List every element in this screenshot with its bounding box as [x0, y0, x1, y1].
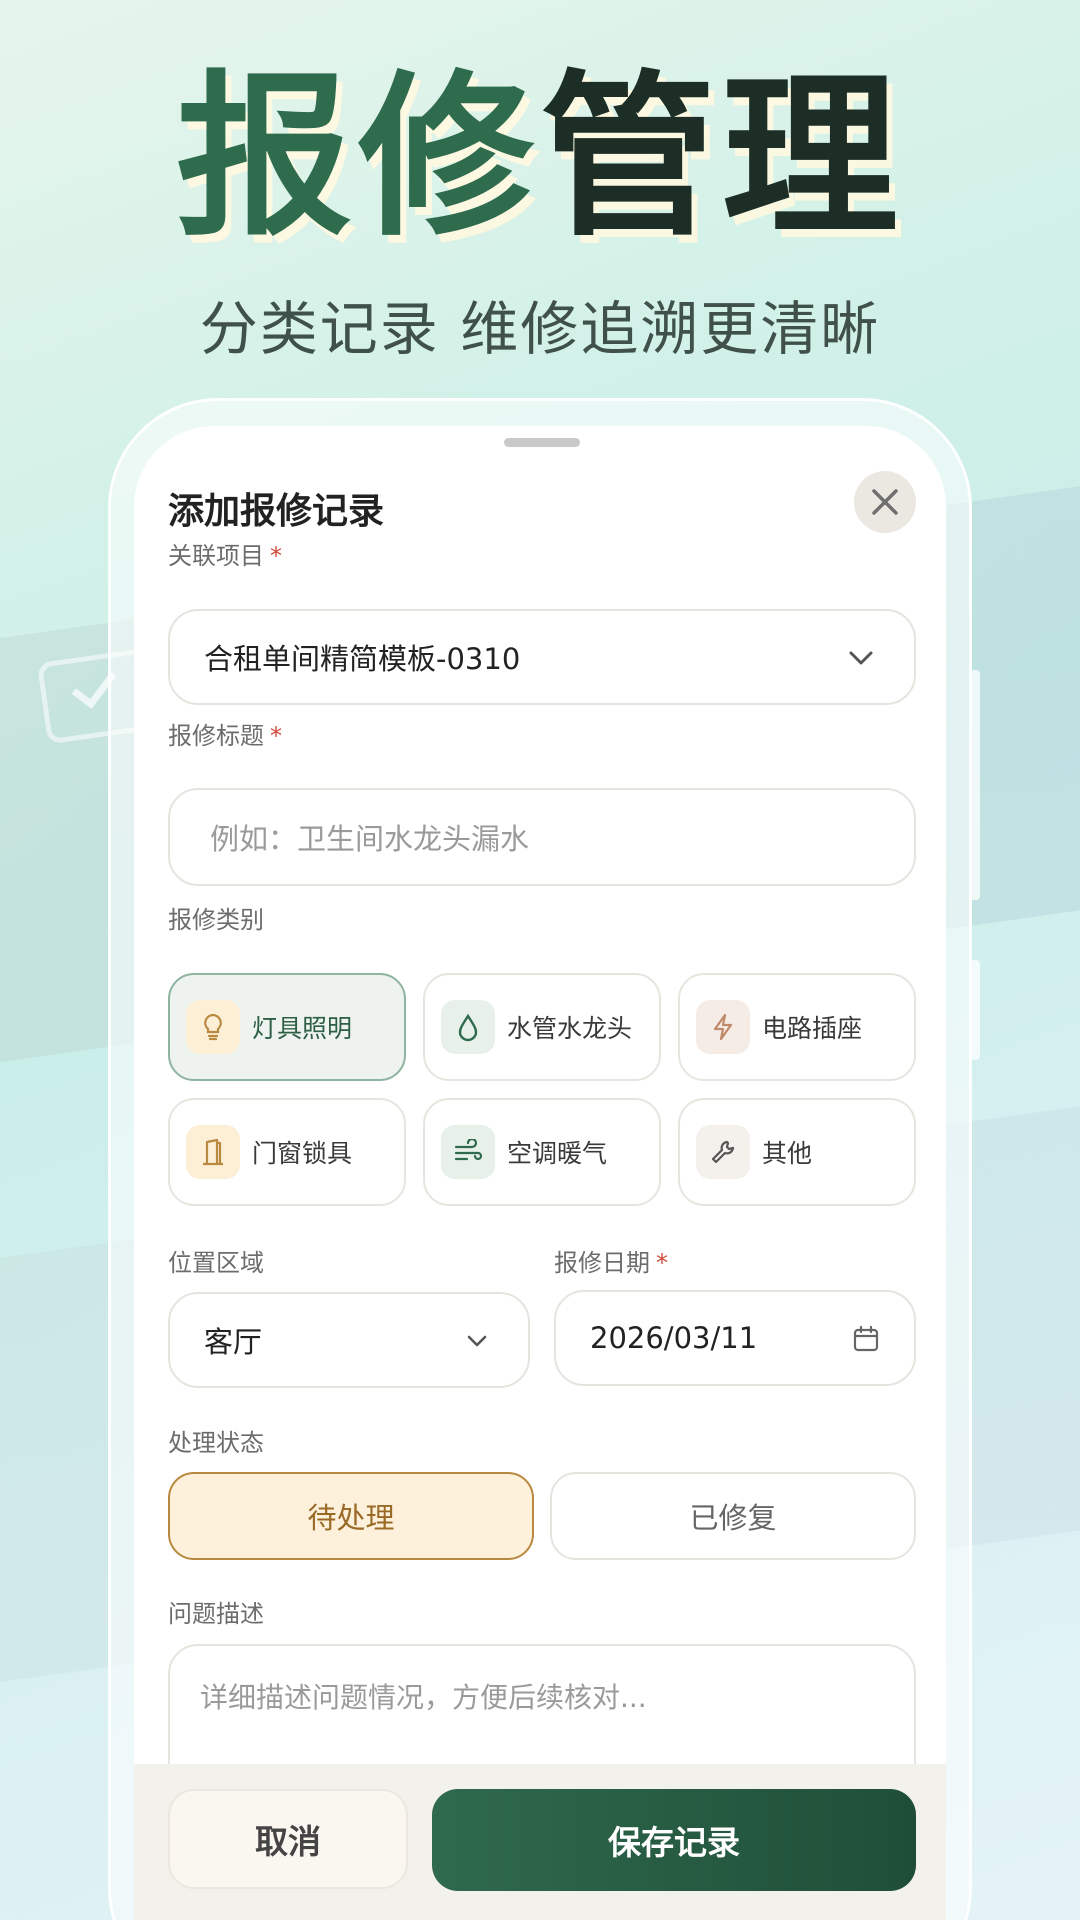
hero-title-part1: 报修	[175, 55, 540, 260]
cancel-button[interactable]: 取消	[168, 1789, 408, 1889]
category-electric[interactable]: 电路插座	[678, 973, 916, 1081]
save-button[interactable]: 保存记录	[432, 1789, 916, 1891]
location-select-value: 客厅	[204, 1325, 263, 1359]
calendar-icon[interactable]	[852, 1325, 880, 1353]
date-label-text: 报修日期	[554, 1249, 650, 1277]
category-label-text: 水管水龙头	[507, 1014, 633, 1043]
door-icon	[186, 1125, 240, 1179]
lightbulb-icon	[186, 1000, 240, 1054]
category-water[interactable]: 水管水龙头	[423, 973, 661, 1081]
hero-subtitle: 分类记录 维修追溯更清晰	[199, 295, 881, 363]
repair-title-placeholder: 例如：卫生间水龙头漏水	[210, 822, 530, 856]
description-placeholder: 详细描述问题情况，方便后续核对...	[200, 1681, 647, 1714]
category-label-text: 灯具照明	[252, 1014, 353, 1043]
close-button[interactable]	[854, 471, 916, 533]
repair-title-label: 报修标题 *	[168, 716, 282, 751]
status-label: 处理状态	[168, 1429, 264, 1457]
status-fixed-button[interactable]: 已修复	[550, 1472, 916, 1560]
project-label-text: 关联项目	[168, 542, 264, 570]
date-label: 报修日期 *	[554, 1243, 668, 1278]
category-other[interactable]: 其他	[678, 1098, 916, 1206]
sheet-grabber[interactable]	[504, 438, 580, 447]
project-label: 关联项目 *	[168, 536, 282, 571]
category-label-text: 门窗锁具	[252, 1139, 353, 1168]
wrench-icon	[696, 1125, 750, 1179]
location-select[interactable]: 客厅	[168, 1292, 530, 1388]
close-icon	[872, 489, 898, 515]
category-label: 报修类别	[168, 906, 264, 934]
category-label-text: 空调暖气	[507, 1139, 608, 1168]
project-select-value: 合租单间精简模板-0310	[204, 642, 521, 676]
hero-title: 报修管理	[0, 70, 1080, 246]
required-mark: *	[270, 722, 282, 750]
hero-title-part2: 管理	[540, 55, 905, 260]
required-mark: *	[270, 542, 282, 570]
sheet-title: 添加报修记录	[168, 491, 385, 532]
required-mark: *	[656, 1249, 668, 1277]
repair-title-input[interactable]: 例如：卫生间水龙头漏水	[168, 788, 916, 886]
project-select[interactable]: 合租单间精简模板-0310	[168, 609, 916, 705]
category-label-text: 电路插座	[762, 1014, 863, 1043]
category-lighting[interactable]: 灯具照明	[168, 973, 406, 1081]
date-input-value: 2026/03/11	[590, 1321, 758, 1355]
category-door[interactable]: 门窗锁具	[168, 1098, 406, 1206]
category-aircon[interactable]: 空调暖气	[423, 1098, 661, 1206]
description-label: 问题描述	[168, 1600, 264, 1628]
lightning-icon	[696, 1000, 750, 1054]
wind-icon	[441, 1125, 495, 1179]
add-repair-sheet: 添加报修记录 关联项目 * 合租单间精简模板-0310 报修标题 * 例如：卫生间水…	[134, 426, 946, 1920]
status-pending-button[interactable]: 待处理	[168, 1472, 534, 1560]
chevron-down-icon	[467, 1335, 487, 1347]
phone-side-button	[970, 960, 980, 1060]
water-drop-icon	[441, 1000, 495, 1054]
category-label-text: 其他	[762, 1139, 813, 1168]
location-label: 位置区域	[168, 1249, 264, 1277]
repair-title-label-text: 报修标题	[168, 722, 264, 750]
date-input[interactable]: 2026/03/11	[554, 1290, 916, 1386]
phone-side-button	[970, 670, 980, 900]
chevron-down-icon	[849, 651, 873, 665]
